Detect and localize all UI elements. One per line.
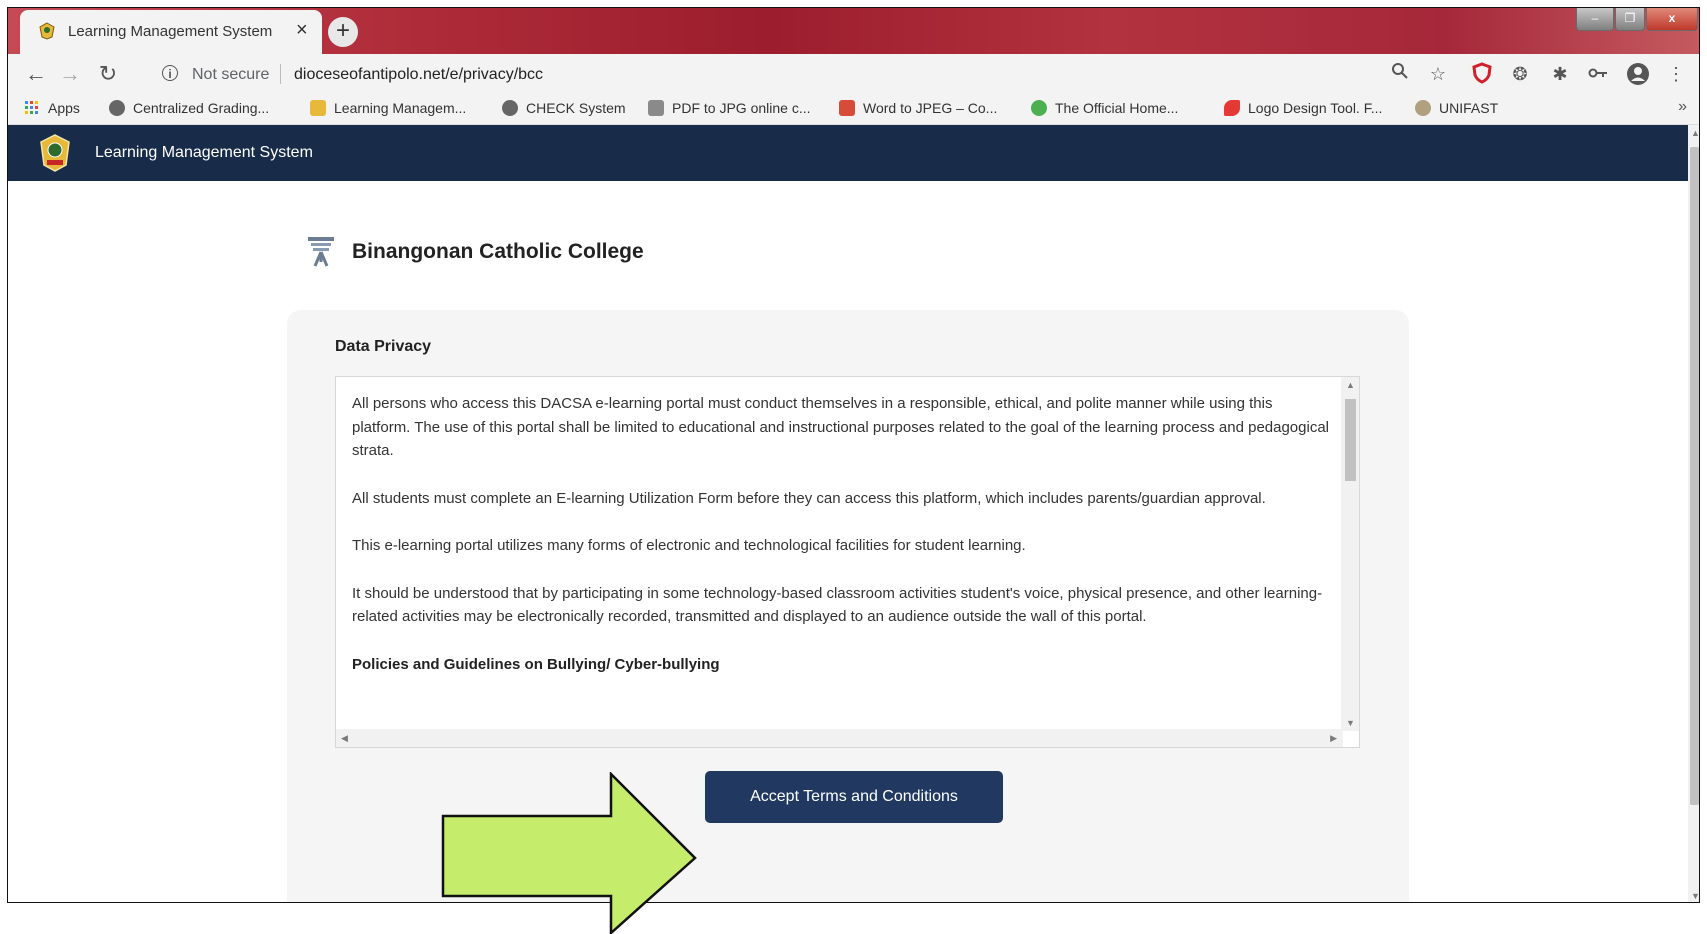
bookmark-label: The Official Home... [1055,100,1179,116]
globe-extension-icon[interactable]: ❂ [1508,62,1532,86]
new-tab-button[interactable]: + [328,17,358,47]
policy-heading: Policies and Guidelines on Bullying/ Cyb… [352,655,720,673]
url-divider [280,64,281,84]
bookmark-label: Centralized Grading... [133,100,270,116]
bookmarks-bar: Apps Centralized Grading... Learning Man… [8,94,1699,125]
reload-icon[interactable]: ↻ [94,60,122,88]
puzzle-extension-icon[interactable]: ✱ [1548,62,1572,86]
terms-content: All persons who access this DACSA e-lear… [352,392,1330,700]
shield-extension-icon[interactable] [1470,62,1494,86]
browser-toolbar: ← → ↻ i Not secure dioceseofantipolo.net… [8,54,1699,94]
scroll-right-arrow-icon[interactable]: ▶ [1330,733,1337,744]
scroll-down-arrow-icon[interactable]: ▼ [1346,718,1355,728]
logo-design-icon [1224,100,1240,116]
horizontal-scrollbar[interactable]: ◀ ▶ [336,729,1343,747]
maximize-button[interactable]: ❐ [1615,8,1645,31]
page-scrollbar[interactable]: ▲ ▼ [1688,125,1699,902]
bookmark-item[interactable]: UNIFAST [1415,100,1498,116]
unifast-icon [1415,100,1431,116]
school-name: Binangonan Catholic College [352,240,644,263]
doc-jpg-icon [839,100,855,116]
bookmark-item[interactable]: Centralized Grading... [109,100,269,116]
url-text[interactable]: dioceseofantipolo.net/e/privacy/bcc [294,66,543,84]
terms-paragraph: All students must complete an E-learning… [352,489,1266,507]
globe-icon [109,100,125,116]
page-scroll-down-icon[interactable]: ▼ [1691,891,1699,901]
tab-strip: Learning Management System × + ‒ ❐ x [8,8,1699,54]
app-title: Learning Management System [95,144,313,161]
bookmark-item[interactable]: Learning Managem... [310,100,466,116]
scroll-left-arrow-icon[interactable]: ◀ [341,733,348,744]
bookmark-label: CHECK System [526,100,626,116]
terms-paragraph: All persons who access this DACSA e-lear… [352,395,1329,459]
profile-icon[interactable] [1626,62,1650,86]
info-icon[interactable]: i [162,65,178,81]
school-crest-icon [310,100,326,116]
tab-title: Learning Management System [68,23,273,40]
bookmark-label: UNIFAST [1439,100,1499,116]
window-close-button[interactable]: x [1646,8,1698,31]
close-tab-icon[interactable]: × [296,19,308,42]
bookmark-label: Learning Managem... [334,100,467,116]
bookmark-item[interactable]: PDF to JPG online c... [648,100,811,116]
app-header: Learning Management System [8,125,1688,181]
bookmark-label: PDF to JPG online c... [672,100,811,116]
bookmarks-overflow-icon[interactable]: » [1678,98,1687,116]
pointer-arrow-annotation [441,772,697,934]
forward-icon[interactable]: → [56,60,84,88]
apps-grid-icon [24,100,40,116]
bookmark-label: Word to JPEG – Co... [863,100,998,116]
page-scroll-thumb[interactable] [1690,147,1699,805]
browser-window: Learning Management System × + ‒ ❐ x ← →… [7,7,1700,903]
terms-paragraph: It should be understood that by particip… [352,584,1323,626]
address-bar[interactable]: i Not secure dioceseofantipolo.net/e/pri… [148,58,1448,90]
page-content: Learning Management System Binangonan Ca… [8,125,1688,902]
school-seal-logo [40,134,70,172]
bookmark-item[interactable]: Word to JPEG – Co... [839,100,997,116]
section-title: Data Privacy [335,338,432,355]
accept-terms-button[interactable]: Accept Terms and Conditions [705,771,1003,823]
bookmark-star-icon[interactable]: ☆ [1426,62,1450,86]
page-scroll-up-icon[interactable]: ▲ [1691,128,1699,138]
vertical-scrollbar[interactable]: ▲ ▼ [1341,377,1359,731]
security-status[interactable]: Not secure [192,66,269,84]
zoom-icon[interactable] [1388,62,1412,86]
bookmark-item[interactable]: Apps [24,100,80,116]
scroll-up-arrow-icon[interactable]: ▲ [1346,380,1355,390]
vertical-scroll-thumb[interactable] [1345,399,1356,481]
menu-kebab-icon[interactable]: ⋮ [1664,62,1688,86]
bookmark-label: Apps [48,100,80,116]
terms-textbox[interactable]: All persons who access this DACSA e-lear… [335,376,1360,748]
pdf-jpg-icon [648,100,664,116]
browser-tab[interactable]: Learning Management System × [20,10,322,54]
key-icon[interactable] [1586,62,1610,86]
terms-paragraph: This e-learning portal utilizes many for… [352,537,1026,554]
globe-icon [502,100,518,116]
bookmark-label: Logo Design Tool. F... [1248,100,1383,116]
bookmark-item[interactable]: The Official Home... [1031,100,1178,116]
back-icon[interactable]: ← [22,60,50,88]
bookmark-item[interactable]: CHECK System [502,100,626,116]
school-podium-icon [308,237,334,267]
official-home-icon [1031,100,1047,116]
bookmark-item[interactable]: Logo Design Tool. F... [1224,100,1382,116]
school-crest-icon [39,22,55,40]
minimize-button[interactable]: ‒ [1576,8,1614,31]
